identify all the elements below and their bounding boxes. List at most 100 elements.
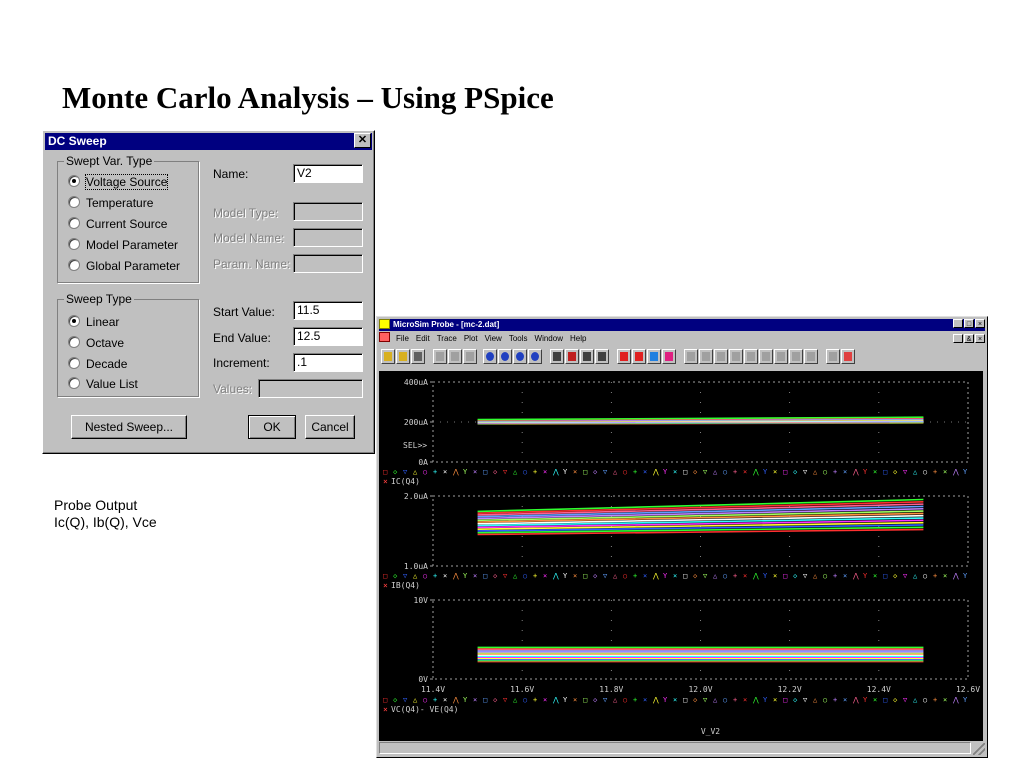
menu-plot[interactable]: Plot bbox=[464, 334, 478, 343]
close-icon[interactable]: ✕ bbox=[354, 133, 371, 148]
cut-icon[interactable] bbox=[433, 349, 447, 364]
legend-marker: ▽ bbox=[603, 468, 608, 476]
nested-sweep-button[interactable]: Nested Sweep... bbox=[71, 415, 187, 439]
legend-marker: ○ bbox=[823, 468, 827, 476]
legend-marker: ○ bbox=[623, 572, 627, 580]
app-icon[interactable] bbox=[379, 319, 390, 329]
mark-data-icon[interactable] bbox=[826, 349, 840, 364]
cursor-next-icon[interactable] bbox=[789, 349, 803, 364]
radio-global-parameter[interactable]: Global Parameter bbox=[68, 258, 180, 274]
radio-decade[interactable]: Decade bbox=[68, 356, 127, 372]
legend-marker: □ bbox=[583, 468, 587, 476]
cursor-label-icon[interactable] bbox=[804, 349, 818, 364]
copy-icon[interactable] bbox=[448, 349, 462, 364]
document-icon[interactable] bbox=[379, 332, 390, 342]
toggle-plot-icon[interactable] bbox=[550, 349, 564, 364]
cursor-point-icon[interactable] bbox=[759, 349, 773, 364]
paste-icon[interactable] bbox=[463, 349, 477, 364]
zoom-area-icon[interactable] bbox=[513, 349, 527, 364]
trace-marker-icon: × bbox=[383, 705, 388, 714]
append-file-icon[interactable] bbox=[396, 349, 410, 364]
legend-marker: × bbox=[843, 468, 847, 476]
radio-voltage-source[interactable]: Voltage Source bbox=[68, 174, 169, 190]
ok-button[interactable]: OK bbox=[248, 415, 296, 439]
menu-view[interactable]: View bbox=[485, 334, 502, 343]
table-icon[interactable] bbox=[595, 349, 609, 364]
increment-field[interactable]: .1 bbox=[293, 353, 363, 372]
legend-marker: □ bbox=[583, 696, 587, 704]
doc-minimize-icon[interactable]: _ bbox=[953, 334, 963, 343]
probe-title-bar[interactable]: MicroSim Probe - [mc-2.dat] bbox=[379, 319, 985, 331]
legend-marker: × bbox=[773, 468, 777, 476]
doc-close-icon[interactable]: × bbox=[975, 334, 985, 343]
menu-file[interactable]: File bbox=[396, 334, 409, 343]
cursor-max-icon[interactable] bbox=[744, 349, 758, 364]
maximize-icon[interactable]: □ bbox=[964, 319, 974, 328]
legend-marker: ▽ bbox=[803, 468, 808, 476]
caption: Probe Output Ic(Q), Ib(Q), Vce bbox=[54, 497, 157, 531]
radio-icon[interactable] bbox=[68, 336, 80, 348]
cursor-trough-icon[interactable] bbox=[699, 349, 713, 364]
legend-marker: ○ bbox=[423, 696, 427, 704]
radio-selected-icon[interactable] bbox=[68, 315, 80, 327]
radio-icon[interactable] bbox=[68, 196, 80, 208]
name-field[interactable]: V2 bbox=[293, 164, 363, 183]
radio-icon[interactable] bbox=[68, 357, 80, 369]
menu-edit[interactable]: Edit bbox=[416, 334, 430, 343]
add-trace-icon[interactable] bbox=[617, 349, 631, 364]
legend-marker: × bbox=[643, 696, 647, 704]
radio-label: Value List bbox=[86, 377, 138, 391]
legend-marker: ⋀ bbox=[652, 468, 659, 476]
print-icon[interactable] bbox=[411, 349, 425, 364]
menu-trace[interactable]: Trace bbox=[437, 334, 457, 343]
plot-area[interactable]: 400uA 200uA 0A SEL>> □ ◇ ▽ △ ○ + × ⋀ Y × □ ◇ ▽ △ ○ + × ⋀ Y × □ ◇ ▽… bbox=[379, 371, 983, 741]
start-value-field[interactable]: 11.5 bbox=[293, 301, 363, 320]
minimize-icon[interactable]: _ bbox=[953, 319, 963, 328]
open-file-icon[interactable] bbox=[381, 349, 395, 364]
menu-help[interactable]: Help bbox=[570, 334, 586, 343]
radio-linear[interactable]: Linear bbox=[68, 314, 119, 330]
radio-temperature[interactable]: Temperature bbox=[68, 195, 153, 211]
radio-model-parameter[interactable]: Model Parameter bbox=[68, 237, 178, 253]
legend-marker: × bbox=[843, 696, 847, 704]
close-icon[interactable]: × bbox=[975, 319, 985, 328]
cancel-button[interactable]: Cancel bbox=[305, 415, 355, 439]
legend-marker: ⋀ bbox=[552, 572, 559, 580]
radio-current-source[interactable]: Current Source bbox=[68, 216, 167, 232]
radio-icon[interactable] bbox=[68, 377, 80, 389]
zoom-fit-icon[interactable] bbox=[528, 349, 542, 364]
cursor-slope-icon[interactable] bbox=[714, 349, 728, 364]
radio-selected-icon[interactable] bbox=[68, 175, 80, 187]
resize-grip[interactable] bbox=[973, 743, 985, 755]
legend-marker: ○ bbox=[523, 696, 527, 704]
legend-marker: ◇ bbox=[593, 468, 598, 476]
legend-marker: × bbox=[573, 468, 577, 476]
radio-value-list[interactable]: Value List bbox=[68, 376, 138, 392]
menu-tools[interactable]: Tools bbox=[509, 334, 528, 343]
legend-marker: + bbox=[633, 468, 637, 476]
dialog-title: DC Sweep bbox=[48, 134, 107, 148]
zoom-out-icon[interactable] bbox=[498, 349, 512, 364]
eval-goal-icon[interactable] bbox=[632, 349, 646, 364]
cursor-min-icon[interactable] bbox=[729, 349, 743, 364]
legend-marker: + bbox=[433, 696, 437, 704]
performance-icon[interactable] bbox=[580, 349, 594, 364]
cursor-toggle-icon[interactable] bbox=[662, 349, 676, 364]
mark-point-icon[interactable] bbox=[841, 349, 855, 364]
menu-window[interactable]: Window bbox=[535, 334, 563, 343]
cursor-search-icon[interactable] bbox=[774, 349, 788, 364]
legend-marker: □ bbox=[483, 468, 487, 476]
radio-icon[interactable] bbox=[68, 259, 80, 271]
zoom-in-icon[interactable] bbox=[483, 349, 497, 364]
radio-octave[interactable]: Octave bbox=[68, 335, 124, 351]
radio-icon[interactable] bbox=[68, 217, 80, 229]
dialog-title-bar[interactable]: DC Sweep bbox=[45, 133, 372, 150]
mark-label-icon[interactable] bbox=[647, 349, 661, 364]
legend-marker: ▽ bbox=[903, 572, 908, 580]
cursor-peak-icon[interactable] bbox=[684, 349, 698, 364]
fourier-icon[interactable] bbox=[565, 349, 579, 364]
end-value-field[interactable]: 12.5 bbox=[293, 327, 363, 346]
doc-restore-icon[interactable]: & bbox=[964, 334, 974, 343]
legend-marker: × bbox=[773, 572, 777, 580]
radio-icon[interactable] bbox=[68, 238, 80, 250]
